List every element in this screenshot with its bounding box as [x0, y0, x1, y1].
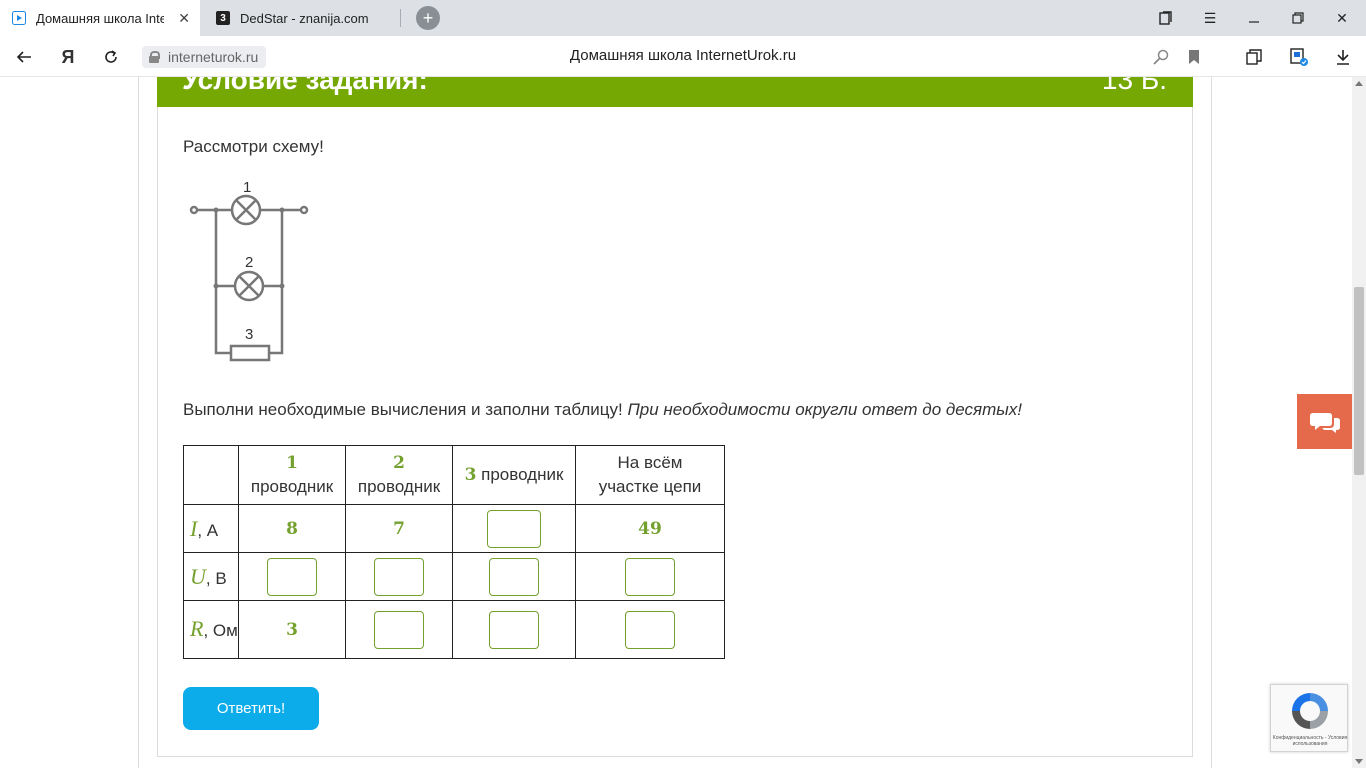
tab-interneturok[interactable]: Домашняя школа InternetUrok.ru ✕ [0, 0, 200, 36]
cell-value: 49 [638, 518, 662, 539]
answer-input-u1[interactable] [267, 557, 317, 596]
header-whole-circuit: На всём участке цепи [575, 445, 725, 505]
minimize-icon[interactable] [1232, 0, 1276, 36]
lock-icon [149, 51, 160, 63]
submit-answer-button[interactable]: Ответить! [183, 687, 319, 730]
table-cell [345, 600, 453, 659]
instruction-text: Выполни необходимые вычисления и заполни… [183, 400, 628, 419]
header-num: 2 [393, 453, 405, 473]
bookmarks-panel-icon[interactable] [1144, 0, 1188, 36]
table-row-current: I, А 8 7 49 [183, 504, 725, 553]
header-num: 1 [286, 453, 298, 473]
url-text: interneturok.ru [168, 49, 259, 65]
collections-icon[interactable] [1242, 45, 1266, 69]
tab-separator [400, 9, 401, 27]
table-cell [452, 504, 576, 553]
yandex-icon[interactable]: Я [55, 44, 81, 70]
download-icon[interactable] [1331, 45, 1355, 69]
table-cell [238, 552, 346, 601]
answer-input-u-total[interactable] [625, 557, 675, 596]
circuit-label-1: 1 [243, 179, 251, 196]
header-conductor-2: 2 проводник [345, 445, 453, 505]
scroll-up-icon[interactable] [1355, 81, 1363, 86]
row-unit: , А [197, 520, 219, 540]
table-row-voltage: U, В [183, 552, 725, 601]
task-score: 13 Б. [1101, 77, 1167, 95]
task-header: Условие задания: 13 Б. [157, 77, 1193, 107]
answer-table: 1 проводник 2 проводник 3 проводник На в… [183, 445, 725, 659]
chat-icon [1309, 412, 1340, 433]
answer-input-r-total[interactable] [625, 610, 675, 649]
tab-znanija[interactable]: 3 DedStar - znanija.com [204, 0, 400, 36]
header-text: проводник [250, 477, 334, 496]
answer-input-r3[interactable] [489, 610, 539, 649]
back-icon[interactable] [11, 44, 37, 70]
table-cell [575, 552, 725, 601]
close-window-icon[interactable]: ✕ [1320, 0, 1364, 36]
scroll-down-icon[interactable] [1355, 759, 1363, 764]
task-intro: Рассмотри схему! [183, 137, 324, 156]
header-text: проводник [476, 465, 564, 484]
row-label-current: I, А [183, 504, 239, 553]
table-cell [575, 600, 725, 659]
task-instruction: Выполни необходимые вычисления и заполни… [183, 400, 1022, 420]
scroll-thumb[interactable] [1354, 287, 1364, 475]
table-cell: 49 [575, 504, 725, 553]
row-label-voltage: U, В [183, 552, 239, 601]
answer-input-u3[interactable] [489, 557, 539, 596]
play-icon [12, 11, 26, 25]
circuit-label-3: 3 [245, 326, 253, 343]
cell-value: 3 [286, 619, 298, 640]
recaptcha-icon [1292, 693, 1328, 729]
table-cell: 8 [238, 504, 346, 553]
task-header-title: Условие задания: [182, 77, 428, 95]
url-field[interactable]: interneturok.ru [142, 46, 267, 68]
answer-input-r2[interactable] [374, 610, 424, 649]
table-corner [183, 445, 239, 505]
header-text: На всём участке цепи [598, 453, 702, 496]
row-var: U [190, 563, 206, 589]
tab-title: Домашняя школа InternetUrok.ru [36, 10, 164, 26]
table-header-row: 1 проводник 2 проводник 3 проводник На в… [183, 445, 725, 505]
header-num: 3 [464, 465, 477, 485]
table-row-resistance: R, Ом 3 [183, 600, 725, 659]
header-conductor-3: 3 проводник [452, 445, 576, 505]
close-icon[interactable]: ✕ [178, 10, 190, 27]
row-var: R [190, 615, 204, 641]
chat-button[interactable] [1297, 394, 1352, 449]
page-content: Условие задания: 13 Б. Рассмотри схему! … [0, 77, 1352, 768]
answer-input-i3[interactable] [487, 509, 541, 548]
cell-value: 8 [286, 518, 298, 539]
circuit-diagram: 1 2 3 [189, 179, 309, 362]
table-cell [452, 600, 576, 659]
tab-bar: Домашняя школа InternetUrok.ru ✕ 3 DedSt… [0, 0, 1366, 36]
scrollbar[interactable] [1352, 77, 1366, 768]
reload-icon[interactable] [98, 44, 124, 70]
table-cell [345, 552, 453, 601]
tab-title: DedStar - znanija.com [240, 10, 369, 26]
header-conductor-1: 1 проводник [238, 445, 346, 505]
znanija-icon: 3 [216, 11, 230, 25]
zoom-icon[interactable] [1149, 45, 1173, 69]
address-bar: Я interneturok.ru Домашняя школа Interne… [0, 36, 1366, 77]
recaptcha-text: Конфиденциальность - Условия использован… [1272, 735, 1348, 747]
row-unit: , Ом [203, 620, 238, 640]
table-cell [452, 552, 576, 601]
recaptcha-badge[interactable]: Конфиденциальность - Условия использован… [1270, 684, 1348, 752]
table-cell: 3 [238, 600, 346, 659]
row-unit: , В [205, 568, 227, 588]
menu-icon[interactable]: ☰ [1188, 0, 1232, 36]
circuit-label-2: 2 [245, 254, 253, 271]
bookmark-icon[interactable] [1182, 45, 1206, 69]
row-label-resistance: R, Ом [183, 600, 239, 659]
answer-input-u2[interactable] [374, 557, 424, 596]
header-text: проводник [357, 477, 441, 496]
instruction-emphasis: При необходимости округли ответ до десят… [627, 400, 1023, 419]
table-cell: 7 [345, 504, 453, 553]
cell-value: 7 [393, 518, 405, 539]
new-tab-plus-icon[interactable]: + [416, 6, 440, 30]
restore-icon[interactable] [1276, 0, 1320, 36]
extension-icon[interactable] [1287, 45, 1311, 69]
